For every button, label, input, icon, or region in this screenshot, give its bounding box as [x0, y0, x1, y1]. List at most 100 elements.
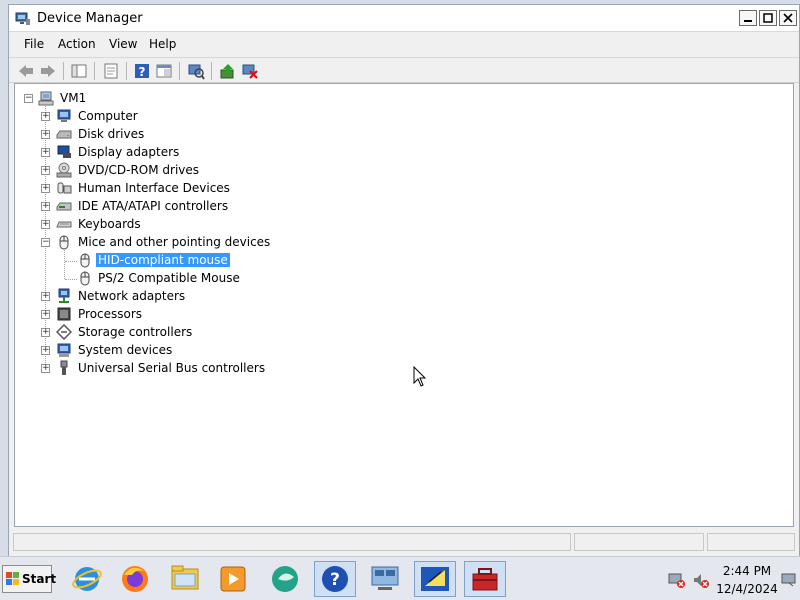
svg-text:?: ?	[330, 570, 340, 590]
tree-item-storage-controllers[interactable]: + Storage controllers	[41, 324, 341, 342]
tree-item-system-devices[interactable]: + System devices	[41, 342, 341, 360]
tree-item-disk-drives[interactable]: + Disk drives	[41, 126, 341, 144]
tree-item-label: Processors	[78, 307, 143, 321]
forward-arrow-icon[interactable]	[39, 62, 57, 80]
system-devices-icon	[57, 343, 71, 357]
update-driver-icon[interactable]	[219, 62, 237, 80]
taskbar-sticky-notes[interactable]	[414, 561, 456, 597]
menu-help[interactable]: Help	[147, 37, 178, 51]
clock-date[interactable]: 12/4/2024	[716, 582, 778, 596]
menu-action[interactable]: Action	[56, 37, 98, 51]
messenger-icon	[272, 566, 298, 592]
tree-item-usb-controllers[interactable]: + Universal Serial Bus controllers	[41, 360, 341, 378]
computer-icon	[57, 109, 71, 122]
scan-hardware-icon[interactable]	[187, 62, 205, 80]
mouse-icon	[80, 253, 90, 268]
taskbar-help[interactable]: ?	[314, 561, 356, 597]
tree-item-label: PS/2 Compatible Mouse	[98, 271, 240, 285]
tree-item-network-adapters[interactable]: + Network adapters	[41, 288, 341, 306]
clock-time[interactable]: 2:44 PM	[716, 564, 778, 578]
status-bar	[9, 529, 799, 556]
uninstall-device-icon[interactable]	[241, 62, 259, 80]
tree-item-label: Computer	[78, 109, 138, 123]
taskbar-device-manager[interactable]	[464, 561, 506, 597]
maximize-button[interactable]	[759, 10, 777, 26]
expand-toggle[interactable]: +	[41, 328, 50, 337]
show-hide-icon[interactable]	[155, 62, 173, 80]
tree-item-mice-and-other-pointing-devices[interactable]: − Mice and other pointing devices	[41, 234, 341, 252]
tree-item-display-adapters[interactable]: + Display adapters	[41, 144, 341, 162]
tree-item-label: Network adapters	[78, 289, 186, 303]
taskbar-messenger[interactable]	[264, 561, 306, 597]
show-desktop-icon[interactable]	[781, 571, 797, 587]
expand-toggle[interactable]: +	[41, 148, 50, 157]
computer-root-icon	[38, 91, 54, 106]
tree-root-label: VM1	[60, 91, 87, 105]
menu-file[interactable]: File	[22, 37, 46, 51]
toolbar-separator	[179, 62, 180, 80]
usb-icon	[60, 360, 68, 375]
firefox-icon	[122, 566, 148, 592]
expand-toggle[interactable]: +	[41, 184, 50, 193]
properties-icon[interactable]	[102, 62, 120, 80]
console-tree-icon[interactable]	[70, 62, 88, 80]
close-button[interactable]	[779, 10, 797, 26]
tree-root-node[interactable]: − VM1	[23, 90, 223, 108]
expand-toggle[interactable]: +	[41, 220, 50, 229]
tree-item-label: Storage controllers	[78, 325, 193, 339]
window-title: Device Manager	[37, 11, 143, 26]
expand-toggle[interactable]: +	[41, 130, 50, 139]
taskbar-media-player[interactable]	[212, 561, 254, 597]
maximize-icon	[763, 13, 773, 23]
tree-connector	[65, 279, 77, 280]
start-button[interactable]: Start	[2, 565, 56, 593]
tree-item-ide-ata-atapi-controllers[interactable]: + IDE ATA/ATAPI controllers	[41, 198, 341, 216]
tree-item-dvd-cdrom-drives[interactable]: + DVD/CD-ROM drives	[41, 162, 341, 180]
title-bar[interactable]: Device Manager	[9, 5, 799, 32]
help-icon[interactable]: ?	[133, 62, 151, 80]
tree-item-label-selected: HID-compliant mouse	[96, 253, 230, 267]
mouse-cursor-icon	[413, 366, 427, 387]
taskbar-network[interactable]	[364, 561, 406, 597]
toolbar: ?	[9, 57, 799, 83]
tree-item-human-interface-devices[interactable]: + Human Interface Devices	[41, 180, 341, 198]
taskbar-firefox[interactable]	[114, 561, 156, 597]
back-arrow-icon[interactable]	[17, 62, 35, 80]
expand-toggle[interactable]: +	[41, 112, 50, 121]
dvd-drive-icon	[56, 162, 72, 178]
collapse-toggle[interactable]: −	[41, 238, 50, 247]
folder-icon	[171, 565, 199, 590]
ide-controller-icon	[56, 202, 72, 211]
network-status-icon[interactable]	[668, 571, 686, 589]
tree-item-label: Keyboards	[78, 217, 141, 231]
expand-toggle[interactable]: +	[41, 310, 50, 319]
taskbar-internet-explorer[interactable]	[66, 561, 108, 597]
keyboard-icon	[56, 221, 72, 228]
device-manager-window: Device Manager File Action View Help ? −…	[8, 4, 800, 556]
expand-toggle[interactable]: +	[41, 166, 50, 175]
tree-item-computer[interactable]: + Computer	[41, 108, 341, 126]
toolbar-separator	[211, 62, 212, 80]
tree-item-keyboards[interactable]: + Keyboards	[41, 216, 341, 234]
expand-toggle[interactable]: +	[41, 202, 50, 211]
tree-item-processors[interactable]: + Processors	[41, 306, 341, 324]
start-label: Start	[22, 572, 57, 586]
minimize-button[interactable]	[739, 10, 757, 26]
menu-bar: File Action View Help	[9, 33, 799, 57]
minimize-icon	[744, 20, 752, 22]
tree-item-ps2-compatible-mouse[interactable]: PS/2 Compatible Mouse	[77, 270, 277, 288]
volume-muted-icon[interactable]	[692, 571, 710, 589]
expand-toggle[interactable]: +	[41, 292, 50, 301]
expand-toggle[interactable]: +	[41, 346, 50, 355]
toolbox-icon	[472, 568, 498, 591]
tree-item-label: Display adapters	[78, 145, 180, 159]
taskbar-file-explorer[interactable]	[164, 561, 206, 597]
device-tree[interactable]: − VM1 + Computer + Disk drives + Display…	[14, 83, 794, 527]
storage-controller-icon	[56, 324, 72, 340]
menu-view[interactable]: View	[107, 37, 139, 51]
tree-item-label: System devices	[78, 343, 173, 357]
close-icon	[783, 13, 793, 23]
tree-item-hid-compliant-mouse[interactable]: HID-compliant mouse	[77, 252, 277, 270]
expand-toggle[interactable]: +	[41, 364, 50, 373]
collapse-toggle[interactable]: −	[24, 94, 33, 103]
